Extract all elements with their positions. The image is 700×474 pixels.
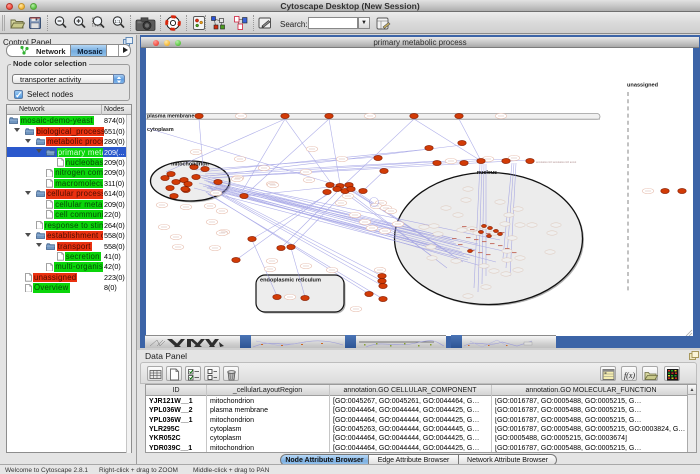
svg-text:mitochondrion: mitochondrion (171, 162, 209, 168)
svg-text:plasma membrane: plasma membrane (147, 113, 194, 119)
svg-text:f(x): f(x) (624, 371, 635, 380)
svg-text:annotation.GO annotation.GO an: annotation.GO annotation.GO annot (536, 161, 576, 164)
svg-text:1:1: 1:1 (114, 19, 121, 24)
svg-text:unassigned: unassigned (627, 83, 659, 89)
svg-text:nucleus: nucleus (477, 170, 497, 176)
